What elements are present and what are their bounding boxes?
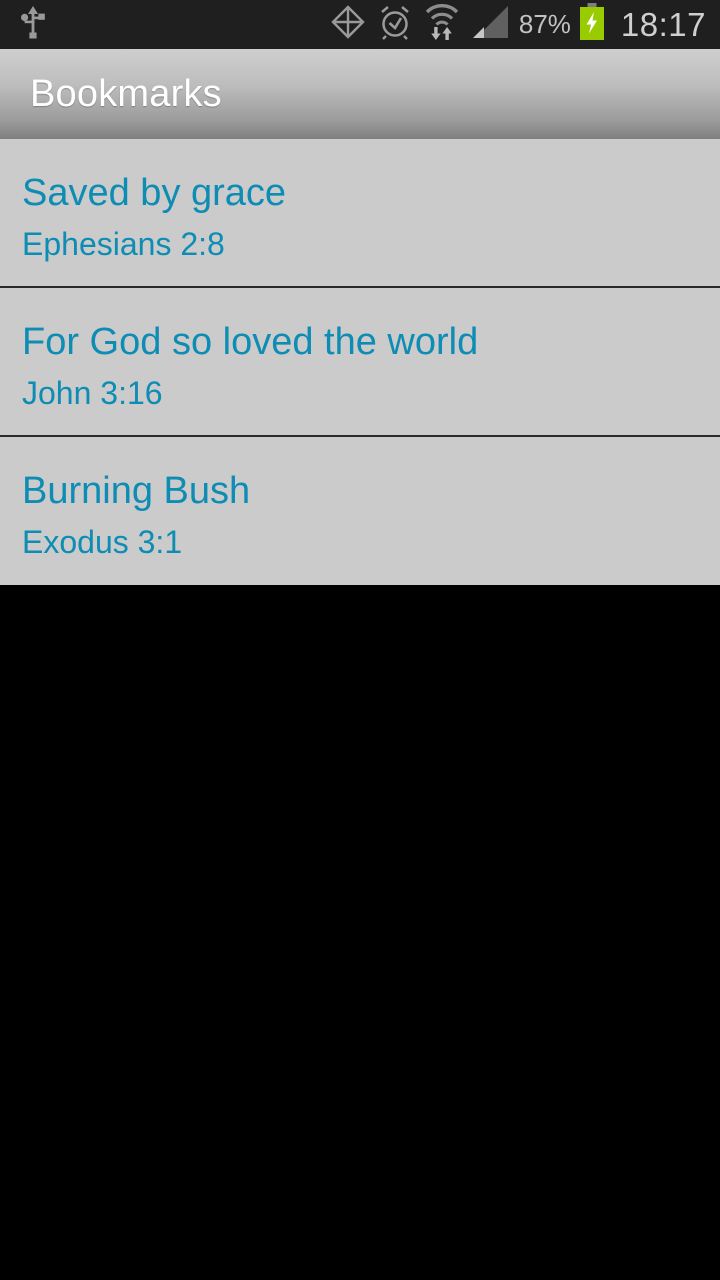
status-bar: 87% 18:17 (0, 0, 720, 49)
page-title: Bookmarks (30, 73, 222, 115)
phone-screen: 87% 18:17 Bookmarks Saved by grace Ephes… (0, 0, 720, 1280)
status-bar-right-icons: 87% 18:17 (329, 0, 706, 49)
battery-charging-icon (578, 2, 606, 47)
status-bar-clock: 18:17 (620, 6, 706, 43)
usb-icon (18, 5, 48, 44)
bookmark-list-item[interactable]: Burning Bush Exodus 3:1 (0, 437, 720, 585)
bookmark-reference: John 3:16 (22, 375, 163, 411)
status-bar-left-icons (18, 5, 48, 44)
bookmark-reference: Exodus 3:1 (22, 524, 183, 560)
alarm-clock-icon (376, 3, 414, 46)
gps-location-icon (329, 3, 367, 46)
bookmark-title: For God so loved the world (22, 321, 479, 363)
action-bar: Bookmarks (0, 49, 720, 139)
bookmark-title: Burning Bush (22, 470, 251, 512)
bookmark-title: Saved by grace (22, 172, 287, 214)
wifi-data-transfer-icon (423, 2, 461, 47)
cellular-signal-icon (470, 4, 510, 45)
bookmark-reference: Ephesians 2:8 (22, 226, 225, 262)
bookmark-list-item[interactable]: For God so loved the world John 3:16 (0, 288, 720, 437)
bookmark-list[interactable]: Saved by grace Ephesians 2:8 For God so … (0, 139, 720, 585)
bookmark-list-item[interactable]: Saved by grace Ephesians 2:8 (0, 139, 720, 288)
empty-content-area (0, 586, 720, 1280)
battery-percent-label: 87% (518, 9, 571, 39)
